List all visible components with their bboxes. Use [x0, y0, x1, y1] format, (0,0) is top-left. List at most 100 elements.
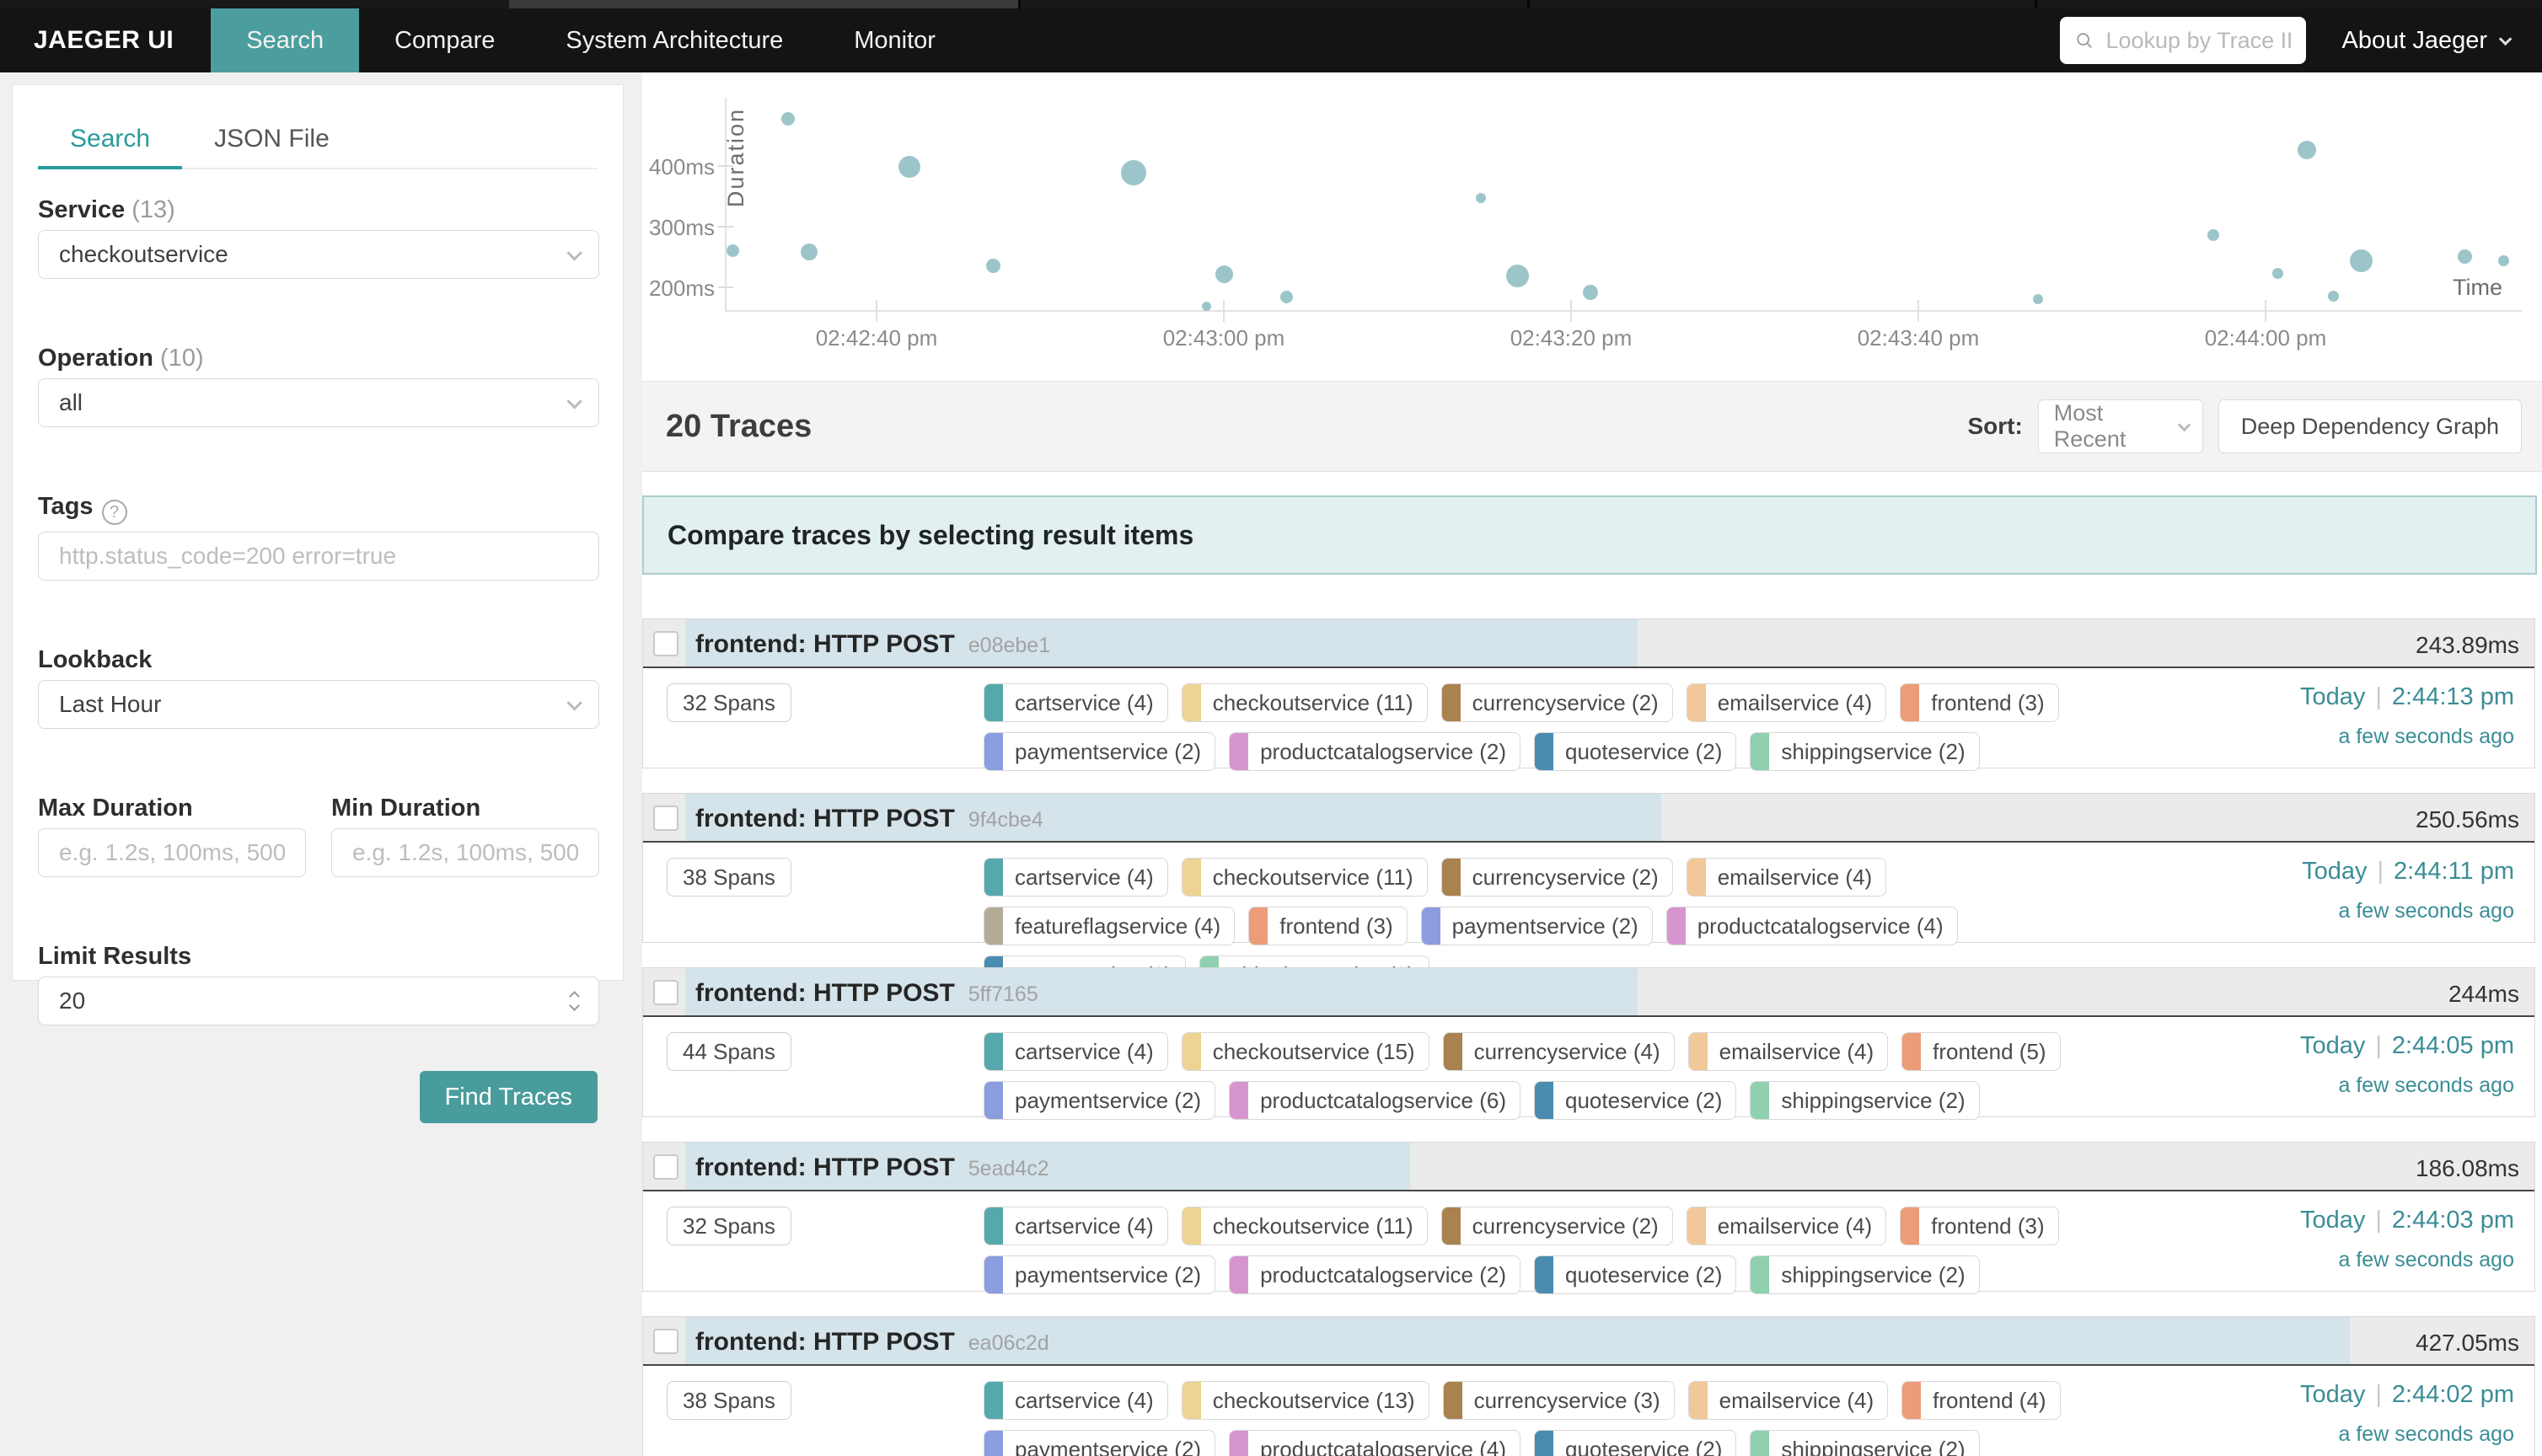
trace-scatter-point[interactable] — [2207, 229, 2219, 241]
service-tag-frontend[interactable]: frontend (4) — [1901, 1381, 2060, 1420]
trace-scatter-point[interactable] — [986, 259, 1000, 273]
trace-select-checkbox[interactable] — [653, 1329, 678, 1354]
trace-scatter-point[interactable] — [1202, 302, 1211, 311]
service-tag-currencyservice[interactable]: currencyservice (4) — [1443, 1032, 1675, 1071]
service-tag-currencyservice[interactable]: currencyservice (2) — [1441, 1207, 1673, 1245]
service-tag-quoteservice[interactable]: quoteservice (2) — [1534, 732, 1736, 771]
service-tag-paymentservice[interactable]: paymentservice (2) — [984, 732, 1215, 771]
service-tag-checkoutservice[interactable]: checkoutservice (11) — [1182, 858, 1428, 897]
max-duration-input[interactable] — [59, 839, 285, 866]
trace-day-link[interactable]: Today — [2302, 858, 2367, 885]
service-tag-emailservice[interactable]: emailservice (4) — [1687, 1207, 1887, 1245]
service-tag-quoteservice[interactable]: quoteservice (2) — [1534, 1081, 1736, 1120]
trace-select-checkbox[interactable] — [653, 980, 678, 1005]
trace-scatter-point[interactable] — [1583, 285, 1598, 300]
service-tag-shippingservice[interactable]: shippingservice (2) — [1750, 1430, 1979, 1456]
min-duration-input[interactable] — [352, 839, 578, 866]
about-jaeger-menu[interactable]: About Jaeger — [2341, 27, 2508, 55]
trace-id-search[interactable] — [2060, 17, 2306, 64]
trace-scatter-point[interactable] — [2033, 294, 2043, 304]
service-tag-frontend[interactable]: frontend (5) — [1901, 1032, 2060, 1071]
sort-select[interactable]: Most Recent — [2038, 399, 2203, 453]
service-tag-currencyservice[interactable]: currencyservice (2) — [1441, 683, 1673, 722]
trace-scatter-point[interactable] — [1121, 160, 1146, 185]
service-tag-checkoutservice[interactable]: checkoutservice (15) — [1182, 1032, 1429, 1071]
service-tag-checkoutservice[interactable]: checkoutservice (11) — [1182, 1207, 1428, 1245]
app-logo[interactable]: JAEGER UI — [0, 26, 211, 55]
operation-select[interactable]: all — [38, 378, 599, 427]
service-tag-shippingservice[interactable]: shippingservice (2) — [1750, 1081, 1979, 1120]
service-tag-productcatalogservice[interactable]: productcatalogservice (6) — [1229, 1081, 1520, 1120]
trace-scatter-point[interactable] — [2350, 249, 2373, 272]
service-tag-paymentservice[interactable]: paymentservice (2) — [984, 1255, 1215, 1294]
trace-day-link[interactable]: Today — [2300, 1207, 2365, 1234]
find-traces-button[interactable]: Find Traces — [420, 1071, 598, 1123]
trace-header-link[interactable]: frontend: HTTP POSTe08ebe1243.89ms — [643, 619, 2534, 668]
stepper-arrows-icon[interactable] — [571, 993, 578, 1009]
trace-day-link[interactable]: Today — [2300, 1032, 2365, 1059]
tab-search[interactable]: Search — [38, 110, 182, 168]
help-icon[interactable]: ? — [102, 500, 127, 525]
service-tag-productcatalogservice[interactable]: productcatalogservice (2) — [1229, 732, 1520, 771]
service-tag-frontend[interactable]: frontend (3) — [1900, 683, 2058, 722]
tags-input[interactable] — [59, 543, 578, 570]
service-tag-emailservice[interactable]: emailservice (4) — [1688, 1032, 1889, 1071]
trace-scatter-point[interactable] — [1280, 291, 1293, 303]
service-tag-cartservice[interactable]: cartservice (4) — [984, 1032, 1168, 1071]
service-select[interactable]: checkoutservice — [38, 230, 599, 279]
trace-scatter-point[interactable] — [2498, 255, 2509, 266]
service-tag-currencyservice[interactable]: currencyservice (2) — [1441, 858, 1673, 897]
trace-header-link[interactable]: frontend: HTTP POST5ead4c2186.08ms — [643, 1143, 2534, 1191]
trace-select-checkbox[interactable] — [653, 806, 678, 831]
nav-item-system-architecture[interactable]: System Architecture — [530, 8, 818, 72]
trace-day-link[interactable]: Today — [2300, 1381, 2365, 1408]
trace-header-link[interactable]: frontend: HTTP POST5ff7165244ms — [643, 968, 2534, 1017]
service-tag-cartservice[interactable]: cartservice (4) — [984, 1381, 1168, 1420]
trace-scatter-point[interactable] — [1476, 193, 1486, 203]
trace-select-checkbox[interactable] — [653, 1154, 678, 1180]
nav-item-compare[interactable]: Compare — [359, 8, 530, 72]
service-tag-paymentservice[interactable]: paymentservice (2) — [984, 1430, 1215, 1456]
service-tag-productcatalogservice[interactable]: productcatalogservice (4) — [1229, 1430, 1520, 1456]
service-tag-quoteservice[interactable]: quoteservice (2) — [1534, 1255, 1736, 1294]
service-tag-quoteservice[interactable]: quoteservice (2) — [1534, 1430, 1736, 1456]
service-tag-checkoutservice[interactable]: checkoutservice (13) — [1182, 1381, 1429, 1420]
service-tag-productcatalogservice[interactable]: productcatalogservice (2) — [1229, 1255, 1520, 1294]
trace-header-link[interactable]: frontend: HTTP POST9f4cbe4250.56ms — [643, 794, 2534, 843]
nav-item-search[interactable]: Search — [211, 8, 359, 72]
service-tag-frontend[interactable]: frontend (3) — [1900, 1207, 2058, 1245]
trace-scatter-point[interactable] — [2272, 268, 2283, 279]
service-tag-emailservice[interactable]: emailservice (4) — [1688, 1381, 1889, 1420]
trace-header-link[interactable]: frontend: HTTP POSTea06c2d427.05ms — [643, 1317, 2534, 1366]
service-tag-emailservice[interactable]: emailservice (4) — [1687, 858, 1887, 897]
lookback-select[interactable]: Last Hour — [38, 680, 599, 729]
trace-scatter-point[interactable] — [898, 156, 920, 178]
trace-scatter-point[interactable] — [1506, 265, 1529, 287]
trace-scatter-point[interactable] — [781, 112, 795, 126]
service-tag-shippingservice[interactable]: shippingservice (2) — [1750, 732, 1979, 771]
trace-day-link[interactable]: Today — [2300, 683, 2365, 710]
trace-scatter-point[interactable] — [1215, 265, 1233, 283]
service-tag-emailservice[interactable]: emailservice (4) — [1687, 683, 1887, 722]
service-tag-productcatalogservice[interactable]: productcatalogservice (4) — [1666, 907, 1958, 945]
trace-id-input[interactable] — [2105, 28, 2291, 54]
trace-scatter-point[interactable] — [727, 244, 739, 257]
service-tag-shippingservice[interactable]: shippingservice (2) — [1750, 1255, 1979, 1294]
service-tag-cartservice[interactable]: cartservice (4) — [984, 1207, 1168, 1245]
tab-json-file[interactable]: JSON File — [182, 110, 362, 168]
trace-scatter-point[interactable] — [801, 244, 818, 260]
service-tag-checkoutservice[interactable]: checkoutservice (11) — [1182, 683, 1428, 722]
service-tag-paymentservice[interactable]: paymentservice (2) — [1421, 907, 1653, 945]
trace-scatter-point[interactable] — [2298, 141, 2316, 159]
service-tag-cartservice[interactable]: cartservice (4) — [984, 683, 1168, 722]
trace-scatter-point[interactable] — [2328, 291, 2339, 302]
service-tag-frontend[interactable]: frontend (3) — [1248, 907, 1407, 945]
service-tag-cartservice[interactable]: cartservice (4) — [984, 858, 1168, 897]
service-tag-paymentservice[interactable]: paymentservice (2) — [984, 1081, 1215, 1120]
trace-select-checkbox[interactable] — [653, 631, 678, 656]
limit-results-stepper[interactable]: 20 — [38, 977, 599, 1025]
service-tag-featureflagservice[interactable]: featureflagservice (4) — [984, 907, 1235, 945]
trace-scatter-point[interactable] — [2458, 249, 2472, 264]
deep-dependency-graph-button[interactable]: Deep Dependency Graph — [2218, 399, 2522, 453]
service-tag-currencyservice[interactable]: currencyservice (3) — [1443, 1381, 1675, 1420]
